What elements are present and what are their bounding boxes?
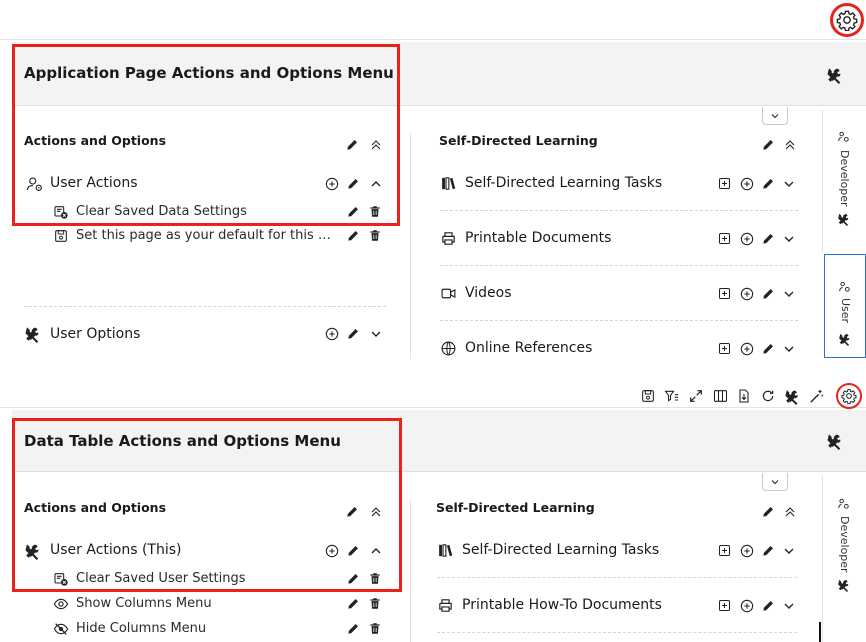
pencil-icon[interactable] [761,599,775,613]
eye-icon [53,596,69,612]
pencil-icon[interactable] [346,229,360,243]
set-default-page-label[interactable]: Set this page as your default for this r… [76,228,334,243]
tools-icon [837,212,851,226]
printable-howto-label[interactable]: Printable How-To Documents [462,597,662,613]
tools-icon[interactable] [826,432,844,450]
globe-icon [440,340,457,357]
online-references-label[interactable]: Online References [465,340,592,356]
chevron-down-icon [769,476,781,488]
gear-icon [836,9,858,31]
developer-icon [838,280,852,294]
plus-square-icon[interactable] [717,176,732,191]
tools-icon[interactable] [826,66,844,84]
side-tab-developer-label: Developer [838,516,851,573]
save-icon[interactable] [640,388,656,404]
books-icon [440,175,457,192]
chevron-down-icon[interactable] [368,326,384,342]
trash-icon[interactable] [368,596,382,611]
hide-columns-label[interactable]: Hide Columns Menu [76,621,336,636]
pencil-icon[interactable] [761,232,775,246]
plus-circle-icon[interactable] [324,326,340,342]
row-divider [440,265,798,266]
side-tab-user-label: User [839,298,852,324]
self-directed-title: Self-Directed Learning [439,133,598,148]
text-cursor [819,622,821,642]
pencil-icon[interactable] [346,597,360,611]
tools-icon[interactable] [784,388,801,405]
column-divider [410,500,411,642]
row-divider [440,320,798,321]
video-icon [440,285,457,302]
self-directed-title: Self-Directed Learning [436,500,595,515]
pencil-icon[interactable] [761,287,775,301]
collapse-tab[interactable] [762,473,788,491]
chevron-down-icon[interactable] [781,341,797,357]
row-divider [440,210,798,211]
table-settings-button[interactable] [836,383,862,409]
highlight-frame [12,44,400,226]
section-divider [24,306,386,307]
highlight-frame [12,418,402,592]
pencil-icon[interactable] [761,342,775,356]
chevron-down-icon[interactable] [781,231,797,247]
app-settings-button[interactable] [830,3,864,37]
user-options-label[interactable]: User Options [50,326,140,342]
plus-square-icon[interactable] [717,231,732,246]
plus-square-icon[interactable] [717,543,732,558]
side-tab-developer-label: Developer [838,150,851,207]
trash-icon[interactable] [368,228,382,243]
videos-label[interactable]: Videos [465,285,512,301]
chevron-down-icon[interactable] [781,598,797,614]
developer-icon [837,497,851,511]
pencil-icon[interactable] [761,544,775,558]
save-icon [53,228,69,244]
download-icon[interactable] [736,388,752,404]
chevron-down-icon[interactable] [781,543,797,559]
collapse-tab[interactable] [762,107,788,125]
double-chevron-up-icon[interactable] [782,137,798,153]
plus-circle-icon[interactable] [739,286,755,302]
printable-docs-label[interactable]: Printable Documents [465,230,611,246]
pencil-icon[interactable] [761,138,775,152]
pencil-icon[interactable] [346,327,360,341]
columns-icon[interactable] [712,388,729,404]
printer-icon [437,597,454,614]
pencil-icon[interactable] [761,177,775,191]
plus-circle-icon[interactable] [739,231,755,247]
magic-wand-icon[interactable] [808,388,825,405]
expand-icon[interactable] [688,388,704,404]
top-toolbar [0,0,866,40]
chevron-down-icon [769,110,781,122]
row-divider [437,632,797,633]
tools-icon [837,578,851,592]
column-divider [410,134,411,359]
plus-circle-icon[interactable] [739,543,755,559]
tools-icon [838,332,852,346]
books-icon [437,542,454,559]
plus-circle-icon[interactable] [739,176,755,192]
show-columns-label[interactable]: Show Columns Menu [76,596,336,611]
pencil-icon[interactable] [761,505,775,519]
eye-off-icon [53,621,69,637]
printer-icon [440,230,457,247]
chevron-down-icon[interactable] [781,176,797,192]
developer-icon [837,130,851,144]
gear-icon [841,388,857,404]
pencil-icon[interactable] [346,622,360,636]
plus-circle-icon[interactable] [739,598,755,614]
plus-circle-icon[interactable] [739,341,755,357]
tools-icon [24,325,42,343]
chevron-down-icon[interactable] [781,286,797,302]
trash-icon[interactable] [368,621,382,636]
plus-square-icon[interactable] [717,286,732,301]
plus-square-icon[interactable] [717,341,732,356]
row-divider [437,577,797,578]
sdl-tasks-label[interactable]: Self-Directed Learning Tasks [465,175,662,191]
filter-icon[interactable] [663,388,680,404]
plus-square-icon[interactable] [717,598,732,613]
double-chevron-up-icon[interactable] [782,504,798,520]
refresh-icon[interactable] [760,388,776,404]
sdl-tasks-label[interactable]: Self-Directed Learning Tasks [462,542,659,558]
